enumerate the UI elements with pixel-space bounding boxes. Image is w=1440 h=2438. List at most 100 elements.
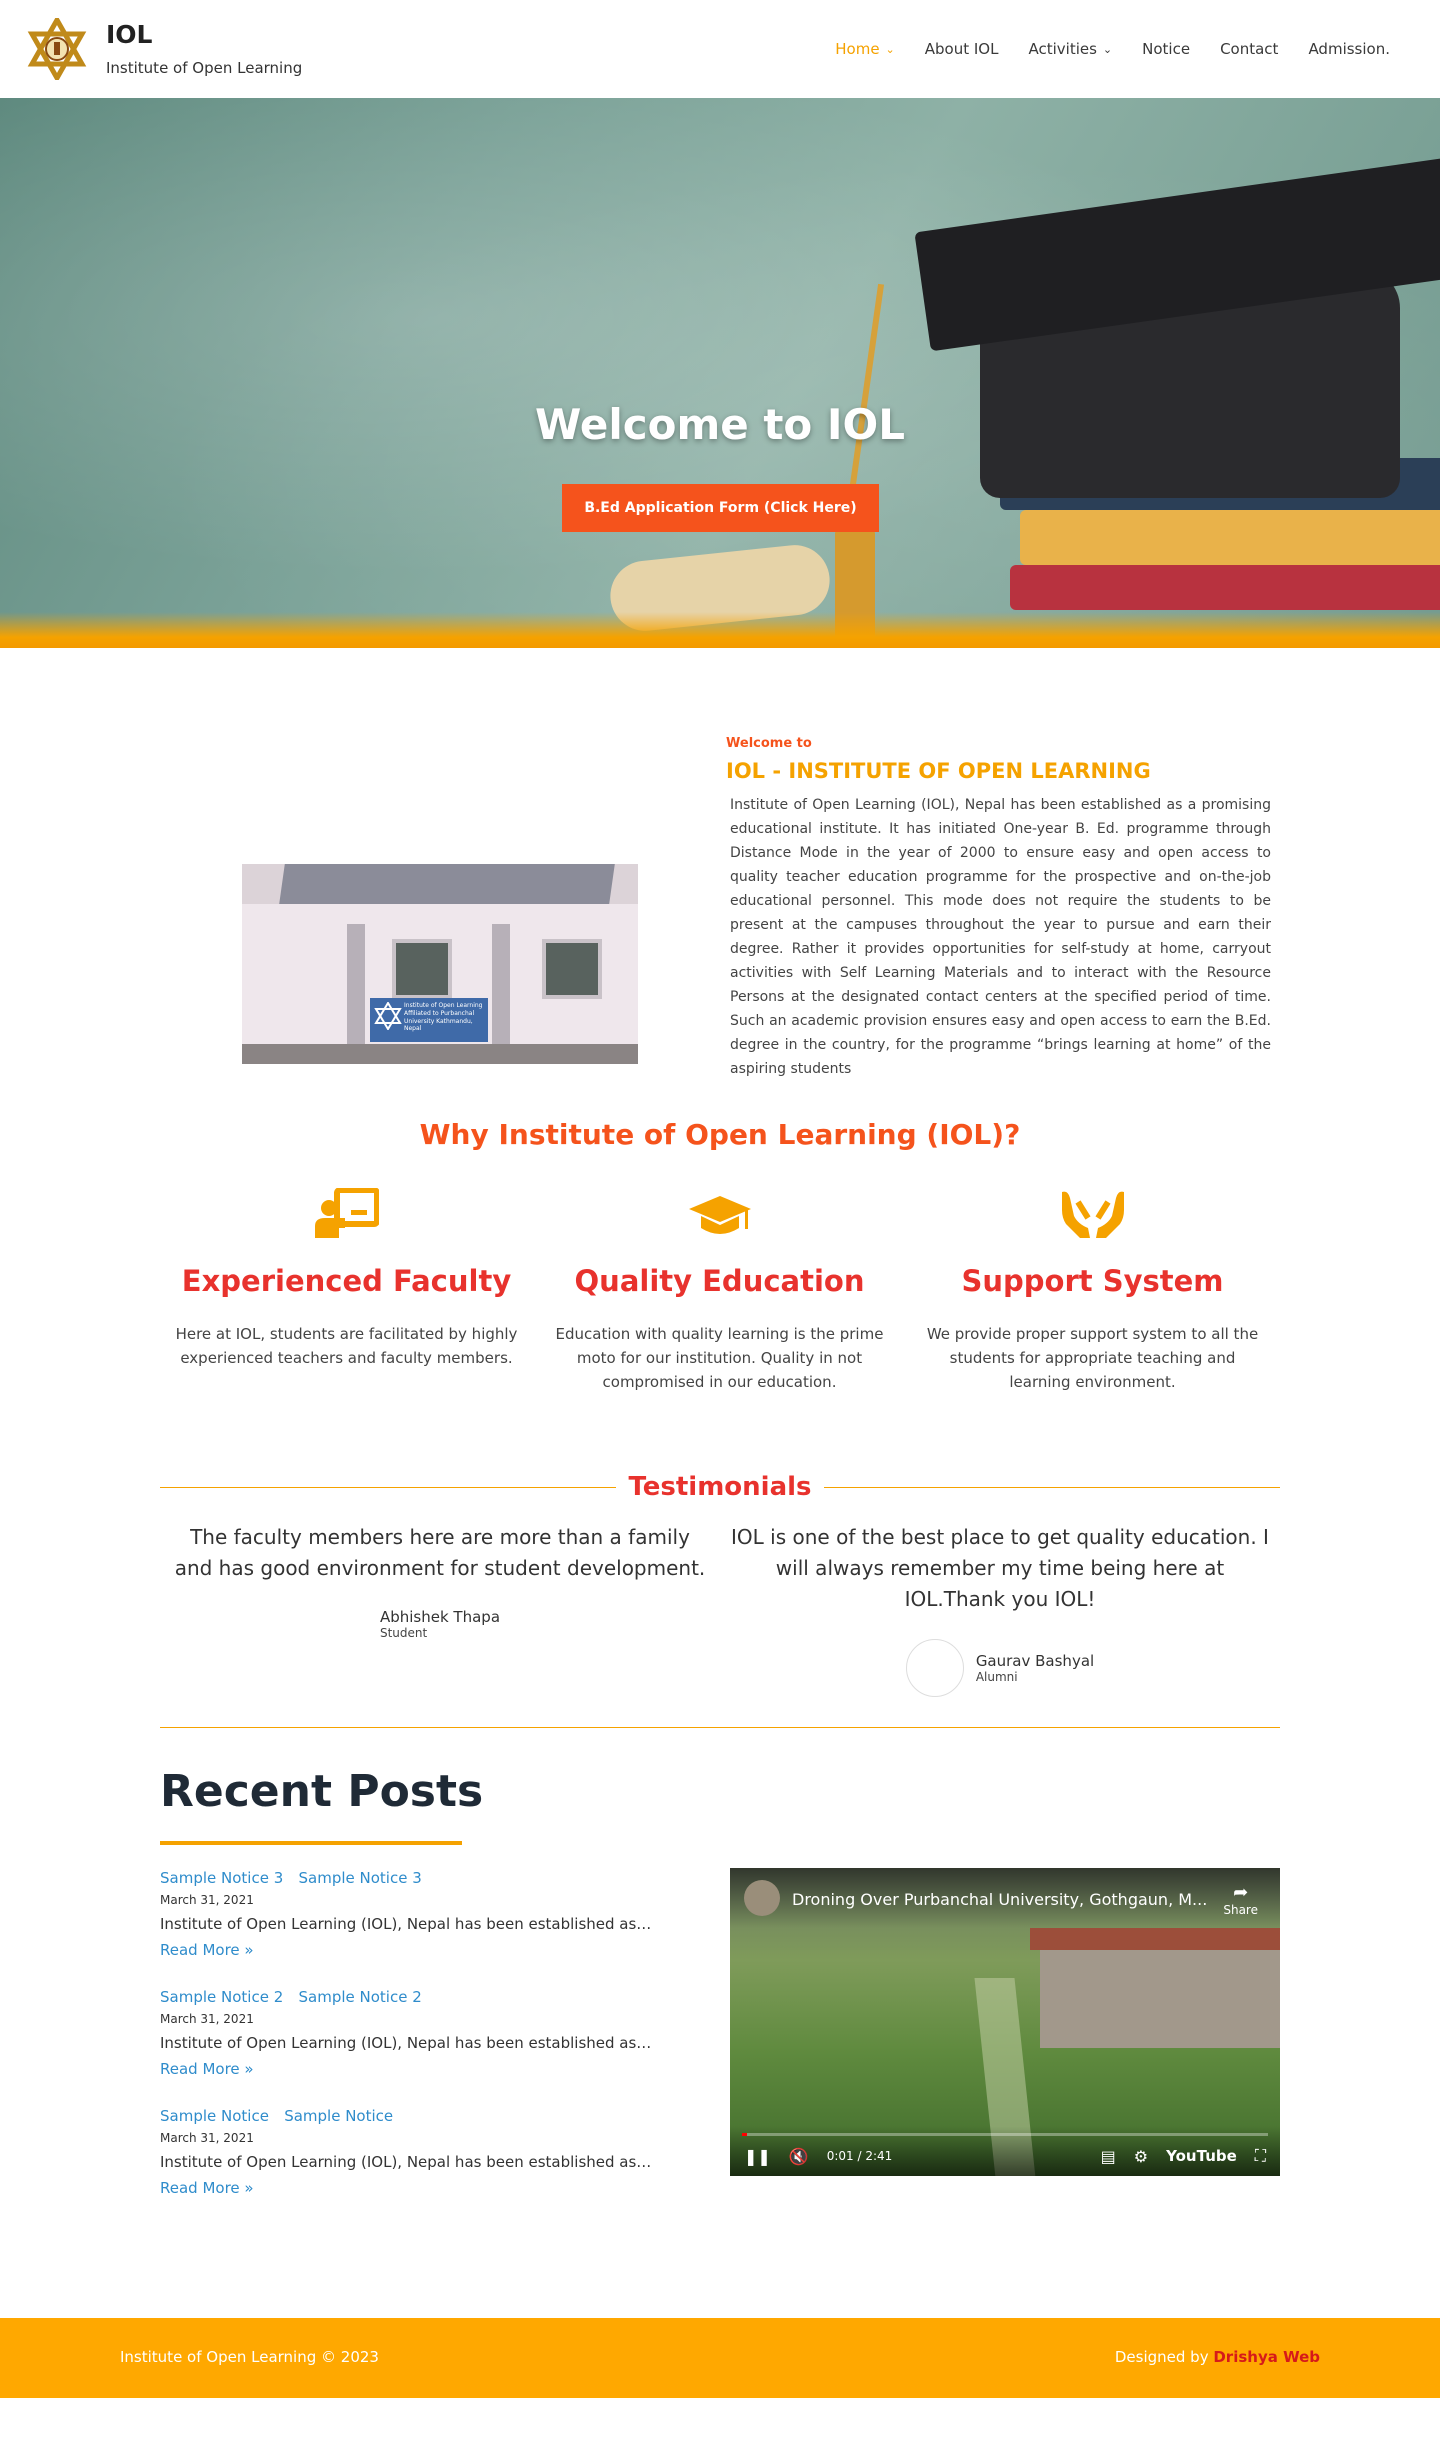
post-title-link[interactable]: Sample Notice (284, 2107, 393, 2125)
feature-quality-education: Quality Education Education with quality… (533, 1176, 906, 1394)
share-label: Share (1223, 1903, 1258, 1917)
nav-label: Home (835, 40, 880, 58)
post-date: March 31, 2021 (160, 2012, 254, 2026)
page-bottom-spacer (0, 2398, 1440, 2401)
author-role: Alumni (975, 1670, 1018, 1684)
about-section: Institute of Open Learning Affiliated to… (0, 648, 1440, 1118)
testimonial-quote: IOL is one of the best place to get qual… (731, 1525, 1269, 1611)
nav-label: Notice (1142, 40, 1191, 58)
nav-item-about[interactable]: About IOL (925, 40, 999, 58)
about-body: Institute of Open Learning (IOL), Nepal … (730, 797, 1271, 1077)
testimonials-header: Testimonials (160, 1472, 1281, 1502)
channel-avatar[interactable] (744, 1880, 780, 1916)
graduation-cap-icon (688, 1196, 751, 1234)
nav-label: Contact (1220, 40, 1279, 58)
feature-title: Quality Education (574, 1264, 865, 1298)
video-player[interactable]: Droning Over Purbanchal University, Goth… (730, 1868, 1280, 2176)
video-control-row: ❚❚ 🔇 0:01 / 2:41 ▤ ⚙ YouTube ⛶ (744, 2146, 1266, 2166)
list-item: Sample Notice 2 Sample Notice 2 March 31… (160, 1987, 680, 2106)
divider (823, 1486, 1281, 1488)
nav-label: About IOL (924, 40, 999, 58)
about-title: IOL - INSTITUTE OF OPEN LEARNING (726, 759, 1151, 783)
hero-banner: Welcome to IOL B.Ed Application Form (Cl… (0, 98, 1440, 648)
feature-desc: Education with quality learning is the p… (555, 1325, 884, 1391)
hands-support-icon (1061, 1191, 1124, 1238)
testimonial-card: IOL is one of the best place to get qual… (720, 1522, 1280, 1697)
nav-item-notice[interactable]: Notice (1142, 40, 1190, 58)
feature-title: Experienced Faculty (181, 1264, 512, 1298)
teacher-board-icon (314, 1188, 379, 1238)
avatar (905, 1639, 964, 1697)
site-header: IOL Institute of Open Learning Home ⌄ Ab… (0, 0, 1440, 98)
post-list: Sample Notice 3 Sample Notice 3 March 31… (160, 1868, 680, 2225)
site-tagline: Institute of Open Learning (106, 58, 303, 77)
recent-posts-title: Recent Posts (160, 1766, 484, 1817)
feature-desc: We provide proper support system to all … (926, 1325, 1259, 1391)
designer-credit: Designed by Drishya Web (1115, 2348, 1320, 2366)
copyright-text: Institute of Open Learning © 2023 (120, 2348, 379, 2366)
read-more-link[interactable]: Read More » (160, 2179, 680, 2197)
read-more-link[interactable]: Read More » (160, 2060, 680, 2078)
chevron-down-icon: ⌄ (1102, 42, 1113, 56)
post-thumbnail-link[interactable]: Sample Notice (160, 2107, 269, 2125)
star-emblem-icon (374, 1002, 402, 1030)
author-role: Student (379, 1626, 428, 1640)
post-excerpt: Institute of Open Learning (IOL), Nepal … (160, 2153, 652, 2171)
youtube-logo[interactable]: YouTube (1166, 2147, 1237, 2165)
feature-title: Support System (961, 1264, 1224, 1298)
post-thumbnail-link[interactable]: Sample Notice 2 (160, 1988, 283, 2006)
feature-experienced-faculty: Experienced Faculty Here at IOL, student… (160, 1176, 533, 1394)
site-footer: Institute of Open Learning © 2023 Design… (0, 2318, 1440, 2398)
video-progress-bar[interactable] (742, 2133, 1268, 2136)
share-button[interactable]: ➦ Share (1223, 1882, 1258, 1917)
post-title-link[interactable]: Sample Notice 3 (299, 1869, 422, 1887)
hero-bottom-wave (0, 612, 1440, 648)
feature-support-system: Support System We provide proper support… (906, 1176, 1279, 1394)
nav-item-admission[interactable]: Admission. (1308, 40, 1390, 58)
video-title[interactable]: Droning Over Purbanchal University, Goth… (792, 1890, 1207, 1909)
nav-item-contact[interactable]: Contact (1220, 40, 1278, 58)
why-title: Why Institute of Open Learning (IOL)? (419, 1118, 1021, 1151)
application-form-button[interactable]: B.Ed Application Form (Click Here) (562, 484, 879, 532)
chevron-down-icon: ⌄ (885, 42, 895, 56)
iol-logo-icon (27, 18, 87, 80)
testimonial-card: The faculty members here are more than a… (160, 1522, 720, 1697)
nav-item-activities[interactable]: Activities ⌄ (1028, 40, 1112, 58)
list-item: Sample Notice Sample Notice March 31, 20… (160, 2106, 680, 2225)
testimonial-quote: The faculty members here are more than a… (174, 1525, 706, 1580)
designer-link[interactable]: Drishya Web (1213, 2348, 1320, 2366)
video-progress-fill (742, 2133, 748, 2136)
divider (160, 1486, 617, 1488)
recent-posts-section: Recent Posts Sample Notice 3 Sample Noti… (0, 1728, 1440, 2318)
post-excerpt: Institute of Open Learning (IOL), Nepal … (160, 1915, 652, 1933)
brand[interactable]: IOL Institute of Open Learning (26, 18, 302, 80)
mute-icon[interactable]: 🔇 (789, 2147, 809, 2166)
title-underline (160, 1841, 462, 1845)
list-item: Sample Notice 3 Sample Notice 3 March 31… (160, 1868, 680, 1987)
post-thumbnail-link[interactable]: Sample Notice 3 (160, 1869, 283, 1887)
testimonials-title: Testimonials (628, 1472, 812, 1502)
settings-gear-icon[interactable]: ⚙ (1134, 2147, 1148, 2166)
designed-by-label: Designed by (1114, 2348, 1209, 2366)
nav-label: Activities (1028, 40, 1097, 58)
why-section: Why Institute of Open Learning (IOL)? Ex… (0, 1118, 1440, 1458)
captions-icon[interactable]: ▤ (1101, 2147, 1116, 2166)
pause-icon[interactable]: ❚❚ (744, 2147, 771, 2166)
main-nav: Home ⌄ About IOL Activities ⌄ Notice Con… (835, 40, 1390, 58)
about-eyebrow: Welcome to (726, 736, 812, 751)
campus-building-image: Institute of Open Learning Affiliated to… (242, 864, 638, 1064)
read-more-link[interactable]: Read More » (160, 1941, 680, 1959)
post-title-link[interactable]: Sample Notice 2 (299, 1988, 422, 2006)
nav-label: Admission. (1308, 40, 1390, 58)
post-excerpt: Institute of Open Learning (IOL), Nepal … (160, 2034, 652, 2052)
about-text-block: Welcome to IOL - INSTITUTE OF OPEN LEARN… (726, 736, 1271, 1081)
testimonials-section: Testimonials The faculty members here ar… (0, 1458, 1440, 1728)
testimonial-author: Abhishek Thapa Student (160, 1608, 720, 1640)
fullscreen-icon[interactable]: ⛶ (1255, 2146, 1266, 2166)
post-date: March 31, 2021 (160, 2131, 254, 2145)
testimonial-author: Gaurav Bashyal Alumni (720, 1639, 1280, 1697)
share-icon: ➦ (1233, 1882, 1249, 1903)
post-date: March 31, 2021 (160, 1893, 254, 1907)
nav-item-home[interactable]: Home ⌄ (835, 40, 895, 58)
site-title[interactable]: IOL (106, 21, 302, 49)
